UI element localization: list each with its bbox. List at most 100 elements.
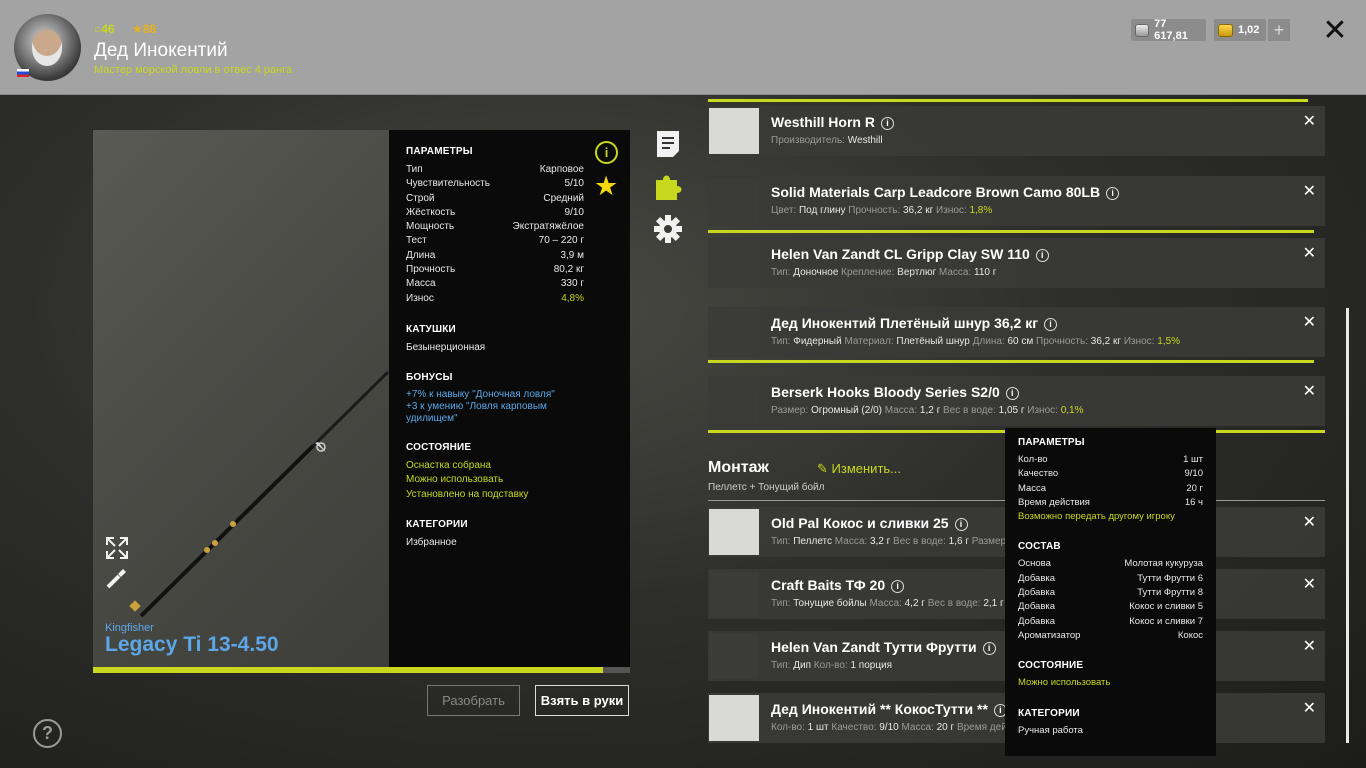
param-value: 16 ч <box>1184 496 1203 508</box>
item-meta: Тип: Дип Кол-во: 1 порция <box>771 660 892 671</box>
param-value: 4,8% <box>561 292 584 304</box>
meta-value: Доночное <box>793 267 839 278</box>
montage-edit-link[interactable]: ✎ Изменить... <box>817 461 901 477</box>
remove-icon[interactable]: ✕ <box>1303 181 1316 201</box>
player-rank: Мастер морской ловли в отвес 4 ранга <box>94 64 293 76</box>
meta-label: Тип: <box>771 267 794 278</box>
remove-icon[interactable]: ✕ <box>1303 512 1316 532</box>
param-key: Строй <box>406 192 435 204</box>
puzzle-icon[interactable] <box>653 172 683 202</box>
reels-title: КАТУШКИ <box>406 323 456 335</box>
info-icon[interactable]: i <box>880 117 894 130</box>
meta-value: 36,2 кг <box>903 205 934 216</box>
remove-icon[interactable]: ✕ <box>1303 574 1316 594</box>
param-row: Тест 70 – 220 г <box>406 234 584 248</box>
info-icon[interactable]: i <box>1044 318 1058 331</box>
remove-icon[interactable]: ✕ <box>1303 312 1316 332</box>
meta-value: 1,8% <box>969 205 993 216</box>
close-button[interactable]: ✕ <box>1321 16 1349 46</box>
list-item[interactable]: Westhill Horn R i Производитель: Westhill ✕ <box>708 106 1325 156</box>
country-flag <box>17 69 29 77</box>
item-meta: Тип: Пеллетс Масса: 3,2 г Вес в воде: 1,… <box>771 536 1006 547</box>
tooltip-state: Можно использовать <box>1018 677 1111 689</box>
param-row: Масса 20 г <box>1018 482 1203 496</box>
meta-label: Вес в воде: <box>940 405 999 416</box>
meta-label: Износ: <box>1121 336 1158 347</box>
info-icon[interactable]: i <box>982 642 996 655</box>
take-in-hands-button[interactable]: Взять в руки <box>535 685 629 716</box>
disassemble-button[interactable]: Разобрать <box>427 685 520 716</box>
gear-icon[interactable] <box>653 214 683 244</box>
meta-value: Вертлюг <box>897 267 937 278</box>
meta-value: 2,1 г <box>983 598 1004 609</box>
slot-separator <box>708 230 1314 233</box>
favorite-star-icon[interactable]: ★ <box>594 171 618 201</box>
remove-icon[interactable]: ✕ <box>1303 381 1316 401</box>
info-icon[interactable]: i <box>954 518 968 531</box>
meta-label: Кол-во: <box>811 660 851 671</box>
meta-value: Пеллетс <box>793 536 833 547</box>
meta-label: Вес в воде: <box>924 598 984 609</box>
param-value: 80,2 кг <box>553 264 584 276</box>
item-meta: Цвет: Под глину Прочность: 36,2 кг Износ… <box>771 205 992 216</box>
meta-label: Масса: <box>832 536 870 547</box>
info-icon[interactable]: i <box>1035 249 1049 262</box>
param-row: Добавка Тутти Фрутти 8 <box>1018 586 1203 600</box>
remove-icon[interactable]: ✕ <box>1303 698 1316 718</box>
param-value: Тутти Фрутти 6 <box>1137 572 1203 584</box>
item-title: Solid Materials Carp Leadcore Brown Camo… <box>771 184 1120 200</box>
silver-balance: 77 617,81 <box>1131 18 1206 42</box>
remove-icon[interactable]: ✕ <box>1303 111 1316 131</box>
item-title: Westhill Horn R i <box>771 114 894 130</box>
list-item[interactable]: Berserk Hooks Bloody Series S2/0 i Размер:… <box>708 376 1325 426</box>
meta-label: Масса: <box>898 722 937 733</box>
list-item[interactable]: Дед Инокентий Плетёный шнур 36,2 кг i Тип:… <box>708 307 1325 357</box>
meta-value: 110 г <box>974 267 997 278</box>
info-icon[interactable]: i <box>1106 187 1120 200</box>
bait-tooltip: ПАРАМЕТРЫ Кол-во 1 шт Качество 9/10 Масса 20 … <box>1005 428 1216 756</box>
meta-value: Под глину <box>798 205 846 216</box>
profile-header: ○46 ★88 Дед Инокентий Мастер морской лов… <box>0 0 1366 95</box>
param-key: Основа <box>1018 558 1051 570</box>
meta-value: 0,1% <box>1060 405 1084 416</box>
tooltip-category: Ручная работа <box>1018 724 1083 736</box>
meta-label: Кол-во: <box>771 722 808 733</box>
category-value: Избранное <box>406 536 457 548</box>
param-key: Жёсткость <box>406 206 456 218</box>
remove-icon[interactable]: ✕ <box>1303 243 1316 263</box>
meta-label: Время дей <box>954 722 1007 733</box>
slot-separator <box>708 99 1308 102</box>
info-icon[interactable]: i <box>595 141 618 164</box>
item-thumbnail <box>709 108 759 154</box>
item-title: Craft Baits ТФ 20 i <box>771 577 905 593</box>
meta-value: Дип <box>793 660 812 671</box>
expand-icon[interactable] <box>105 536 129 560</box>
meta-value: Фидерный <box>793 336 842 347</box>
scrollbar[interactable] <box>1346 308 1349 743</box>
list-item[interactable]: Helen Van Zandt CL Gripp Clay SW 110 i Тип… <box>708 238 1325 288</box>
meta-label: Износ: <box>1024 405 1061 416</box>
list-item[interactable]: Solid Materials Carp Leadcore Brown Camo… <box>708 176 1325 226</box>
meta-label: Тип: <box>771 536 794 547</box>
item-thumbnail <box>709 695 759 741</box>
wrench-icon[interactable] <box>105 566 129 590</box>
item-title-text: Helen Van Zandt Тутти Фрутти <box>771 639 977 655</box>
info-icon[interactable]: i <box>891 580 905 593</box>
rod-preview: Kingfisher Legacy Ti 13-4.50 <box>93 130 389 667</box>
info-icon[interactable]: i <box>1005 387 1019 400</box>
param-key: Ароматизатор <box>1018 629 1081 641</box>
remove-icon[interactable]: ✕ <box>1303 636 1316 656</box>
meta-value: Westhill <box>847 135 883 146</box>
param-row: Прочность 80,2 кг <box>406 263 584 277</box>
document-icon[interactable] <box>653 129 683 159</box>
meta-label: Тип: <box>771 598 794 609</box>
meta-label: Размер: <box>771 405 811 416</box>
meta-value: 1 шт <box>807 722 829 733</box>
buy-gold-button[interactable]: + <box>1268 19 1290 41</box>
player-level: ○46 <box>94 22 115 36</box>
param-key: Добавка <box>1018 572 1056 584</box>
param-key: Мощность <box>406 221 455 233</box>
tooltip-composition-title: СОСТАВ <box>1018 541 1061 553</box>
question-icon[interactable]: ? <box>33 719 62 748</box>
item-title: Дед Инокентий ** КокосТутти ** i <box>771 701 1007 717</box>
